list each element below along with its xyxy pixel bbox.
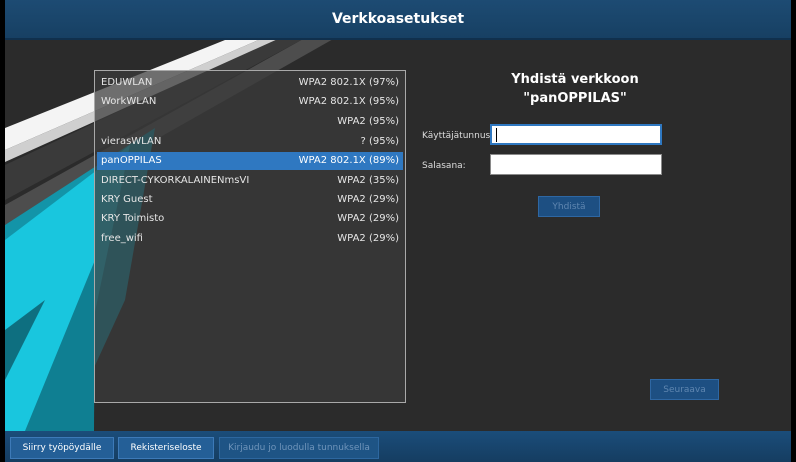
- network-row-kry-toimisto[interactable]: KRY Toimisto WPA2 (29%): [97, 210, 403, 228]
- next-button[interactable]: Seuraava: [650, 379, 719, 400]
- go-to-desktop-button[interactable]: Siirry työpöydälle: [10, 437, 114, 459]
- network-security: WPA2 802.1X (89%): [298, 155, 399, 166]
- network-security: WPA2 (29%): [337, 233, 399, 244]
- network-name: vierasWLAN: [101, 136, 162, 147]
- password-label: Salasana:: [422, 161, 466, 171]
- network-name: WorkWLAN: [101, 96, 157, 107]
- network-security: WPA2 (35%): [337, 175, 399, 186]
- connect-button[interactable]: Yhdistä: [538, 196, 600, 217]
- network-row-hidden[interactable]: WPA2 (95%): [97, 113, 403, 131]
- network-security: WPA2 802.1X (97%): [298, 77, 399, 88]
- network-security: WPA2 (29%): [337, 213, 399, 224]
- network-name: free_wifi: [101, 233, 143, 244]
- network-row-vieraswlan[interactable]: vierasWLAN ? (95%): [97, 133, 403, 151]
- network-name: KRY Toimisto: [101, 213, 165, 224]
- network-row-workwlan[interactable]: WorkWLAN WPA2 802.1X (95%): [97, 93, 403, 111]
- bottom-bar: Siirry työpöydälle Rekisteriseloste Kirj…: [5, 431, 791, 462]
- connect-title: Yhdistä verkkoon "panOPPILAS": [445, 70, 705, 108]
- text-cursor: [496, 128, 497, 142]
- app-window: Verkkoasetukset EDUWLAN WPA2 802.1X (97%…: [5, 0, 791, 462]
- username-input[interactable]: [490, 124, 662, 145]
- window-title: Verkkoasetukset: [5, 0, 791, 40]
- network-row-kry-guest[interactable]: KRY Guest WPA2 (29%): [97, 191, 403, 209]
- network-security: WPA2 (29%): [337, 194, 399, 205]
- network-name: panOPPILAS: [101, 155, 162, 166]
- network-row-panoppilas[interactable]: panOPPILAS WPA2 802.1X (89%): [97, 152, 403, 170]
- network-security: WPA2 802.1X (95%): [298, 96, 399, 107]
- network-row-direct[interactable]: DIRECT-CYKORKALAINENmsVI WPA2 (35%): [97, 172, 403, 190]
- network-name: EDUWLAN: [101, 77, 153, 88]
- network-name: KRY Guest: [101, 194, 153, 205]
- network-list[interactable]: EDUWLAN WPA2 802.1X (97%) WorkWLAN WPA2 …: [94, 70, 406, 403]
- network-security: ? (95%): [360, 136, 399, 147]
- username-label: Käyttäjätunnus:: [422, 131, 494, 141]
- login-existing-account-button[interactable]: Kirjaudu jo luodulla tunnuksella: [219, 437, 379, 459]
- network-security: WPA2 (95%): [337, 116, 399, 127]
- connect-title-line2: "panOPPILAS": [523, 91, 627, 106]
- password-input[interactable]: [490, 154, 662, 175]
- register-notice-button[interactable]: Rekisteriseloste: [118, 437, 214, 459]
- network-row-eduwlan[interactable]: EDUWLAN WPA2 802.1X (97%): [97, 74, 403, 92]
- network-name: DIRECT-CYKORKALAINENmsVI: [101, 175, 250, 186]
- network-row-free-wifi[interactable]: free_wifi WPA2 (29%): [97, 230, 403, 248]
- connect-title-line1: Yhdistä verkkoon: [511, 72, 639, 87]
